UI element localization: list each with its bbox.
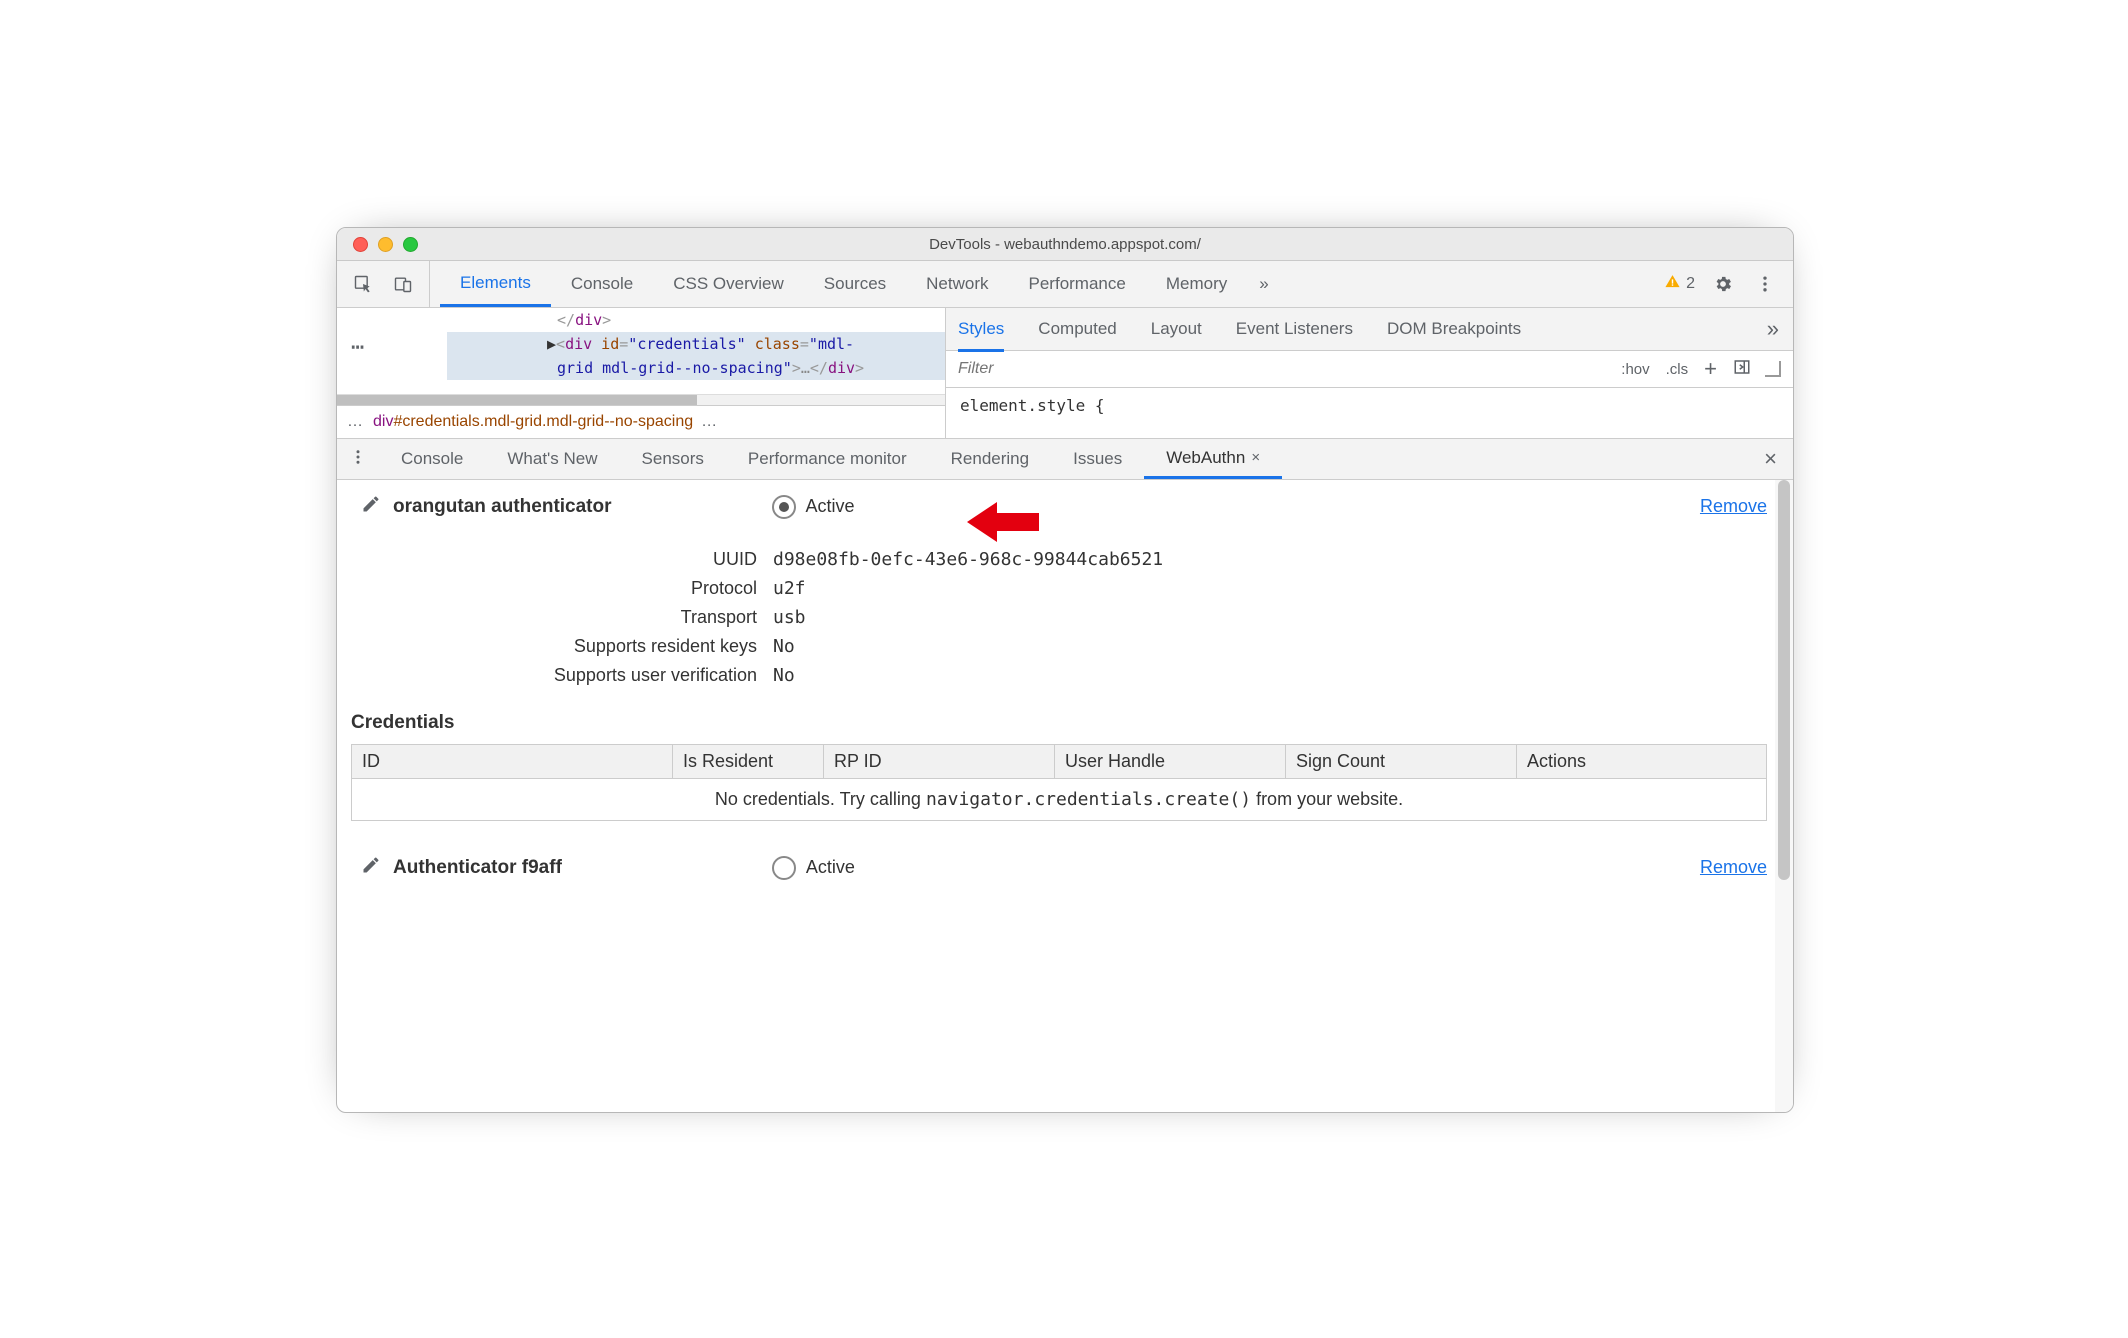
styles-tab-layout[interactable]: Layout	[1151, 319, 1202, 339]
crumb-current: div#credentials.mdl-grid.mdl-grid--no-sp…	[373, 413, 693, 431]
top-toolbar: Elements Console CSS Overview Sources Ne…	[337, 261, 1793, 308]
styles-tab-overflow[interactable]: »	[1767, 316, 1779, 342]
warnings-indicator[interactable]: 2	[1664, 273, 1695, 295]
transport-label: Transport	[337, 607, 773, 628]
tab-memory[interactable]: Memory	[1146, 261, 1247, 307]
dom-line: </div>	[447, 308, 945, 332]
titlebar: DevTools - webauthndemo.appspot.com/	[337, 228, 1793, 261]
table-row: No credentials. Try calling navigator.cr…	[352, 779, 1767, 821]
horizontal-scrollbar[interactable]	[337, 394, 945, 405]
webauthn-panel: orangutan authenticator Active Remove UU…	[337, 480, 1793, 1112]
cls-toggle[interactable]: .cls	[1658, 361, 1697, 378]
dom-line-selected: ▶<div id="credentials" class="mdl-	[447, 332, 945, 356]
drawer-tab-performance-monitor[interactable]: Performance monitor	[726, 439, 929, 479]
protocol-value: u2f	[773, 578, 806, 599]
warning-icon	[1664, 273, 1681, 295]
styles-tab-event-listeners[interactable]: Event Listeners	[1236, 319, 1353, 339]
resize-corner[interactable]	[1765, 361, 1781, 377]
tab-performance[interactable]: Performance	[1009, 261, 1146, 307]
remove-authenticator-link[interactable]: Remove	[1700, 857, 1767, 878]
tab-css-overview[interactable]: CSS Overview	[653, 261, 804, 307]
tab-overflow[interactable]: »	[1247, 261, 1280, 307]
drawer-tab-whats-new[interactable]: What's New	[485, 439, 619, 479]
styles-tab-dom-breakpoints[interactable]: DOM Breakpoints	[1387, 319, 1521, 339]
resident-keys-label: Supports resident keys	[337, 636, 773, 657]
active-radio[interactable]	[772, 856, 796, 880]
close-tab-icon[interactable]: ×	[1251, 449, 1260, 466]
th-id: ID	[352, 745, 673, 779]
table-header-row: ID Is Resident RP ID User Handle Sign Co…	[352, 745, 1767, 779]
tab-network[interactable]: Network	[906, 261, 1008, 307]
inspect-icon[interactable]	[349, 270, 377, 298]
th-is-resident: Is Resident	[673, 745, 824, 779]
th-sign-count: Sign Count	[1286, 745, 1517, 779]
active-label: Active	[806, 496, 855, 517]
active-label: Active	[806, 857, 855, 878]
annotation-arrow-icon	[967, 497, 1039, 552]
drawer-tab-rendering[interactable]: Rendering	[929, 439, 1051, 479]
dom-ellipsis: ⋯	[351, 330, 366, 365]
drawer-tab-webauthn[interactable]: WebAuthn ×	[1144, 439, 1282, 479]
resident-keys-value: No	[773, 636, 795, 657]
remove-authenticator-link[interactable]: Remove	[1700, 496, 1767, 517]
tab-sources[interactable]: Sources	[804, 261, 906, 307]
user-verification-value: No	[773, 665, 795, 686]
th-user-handle: User Handle	[1055, 745, 1286, 779]
toggle-sidebar-icon[interactable]	[1725, 358, 1759, 381]
drawer-more-icon[interactable]	[337, 448, 379, 471]
credentials-heading: Credentials	[337, 702, 1793, 744]
close-drawer-icon[interactable]: ×	[1748, 446, 1793, 472]
drawer-tab-issues[interactable]: Issues	[1051, 439, 1144, 479]
elements-dom-tree[interactable]: ⋯ </div> ▶<div id="credentials" class="m…	[337, 308, 945, 394]
authenticator-name: Authenticator f9aff	[393, 857, 562, 879]
drawer-tab-sensors[interactable]: Sensors	[620, 439, 726, 479]
style-rule[interactable]: element.style {	[946, 388, 1793, 423]
credentials-table: ID Is Resident RP ID User Handle Sign Co…	[351, 744, 1767, 821]
hov-toggle[interactable]: :hov	[1613, 361, 1657, 378]
active-radio[interactable]	[772, 495, 796, 519]
device-toggle-icon[interactable]	[389, 270, 417, 298]
styles-tab-computed[interactable]: Computed	[1038, 319, 1116, 339]
uuid-value: d98e08fb-0efc-43e6-968c-99844cab6521	[773, 549, 1163, 570]
more-icon[interactable]	[1751, 270, 1779, 298]
crumb-ellipsis-right: …	[701, 413, 719, 431]
edit-authenticator-icon[interactable]	[361, 494, 381, 519]
breadcrumb[interactable]: … div#credentials.mdl-grid.mdl-grid--no-…	[337, 405, 945, 438]
th-actions: Actions	[1517, 745, 1767, 779]
styles-filter-input[interactable]	[946, 360, 1613, 378]
protocol-label: Protocol	[337, 578, 773, 599]
dom-line-selected: grid mdl-grid--no-spacing">…</div>	[447, 356, 945, 380]
drawer-tab-console[interactable]: Console	[379, 439, 485, 479]
warning-count: 2	[1686, 275, 1695, 293]
tab-console[interactable]: Console	[551, 261, 653, 307]
authenticator-name: orangutan authenticator	[393, 496, 612, 518]
vertical-scrollbar[interactable]	[1775, 480, 1793, 1112]
tab-elements[interactable]: Elements	[440, 261, 551, 307]
window-title: DevTools - webauthndemo.appspot.com/	[337, 236, 1793, 253]
edit-authenticator-icon[interactable]	[361, 855, 381, 880]
devtools-window: DevTools - webauthndemo.appspot.com/ Ele…	[336, 227, 1794, 1113]
styles-tab-styles[interactable]: Styles	[958, 319, 1004, 352]
crumb-ellipsis-left: …	[347, 413, 365, 431]
transport-value: usb	[773, 607, 806, 628]
settings-icon[interactable]	[1709, 270, 1737, 298]
th-rpid: RP ID	[824, 745, 1055, 779]
new-style-rule-icon[interactable]: +	[1696, 356, 1725, 382]
user-verification-label: Supports user verification	[337, 665, 773, 686]
uuid-label: UUID	[337, 549, 773, 570]
empty-credentials-message: No credentials. Try calling navigator.cr…	[352, 779, 1767, 821]
